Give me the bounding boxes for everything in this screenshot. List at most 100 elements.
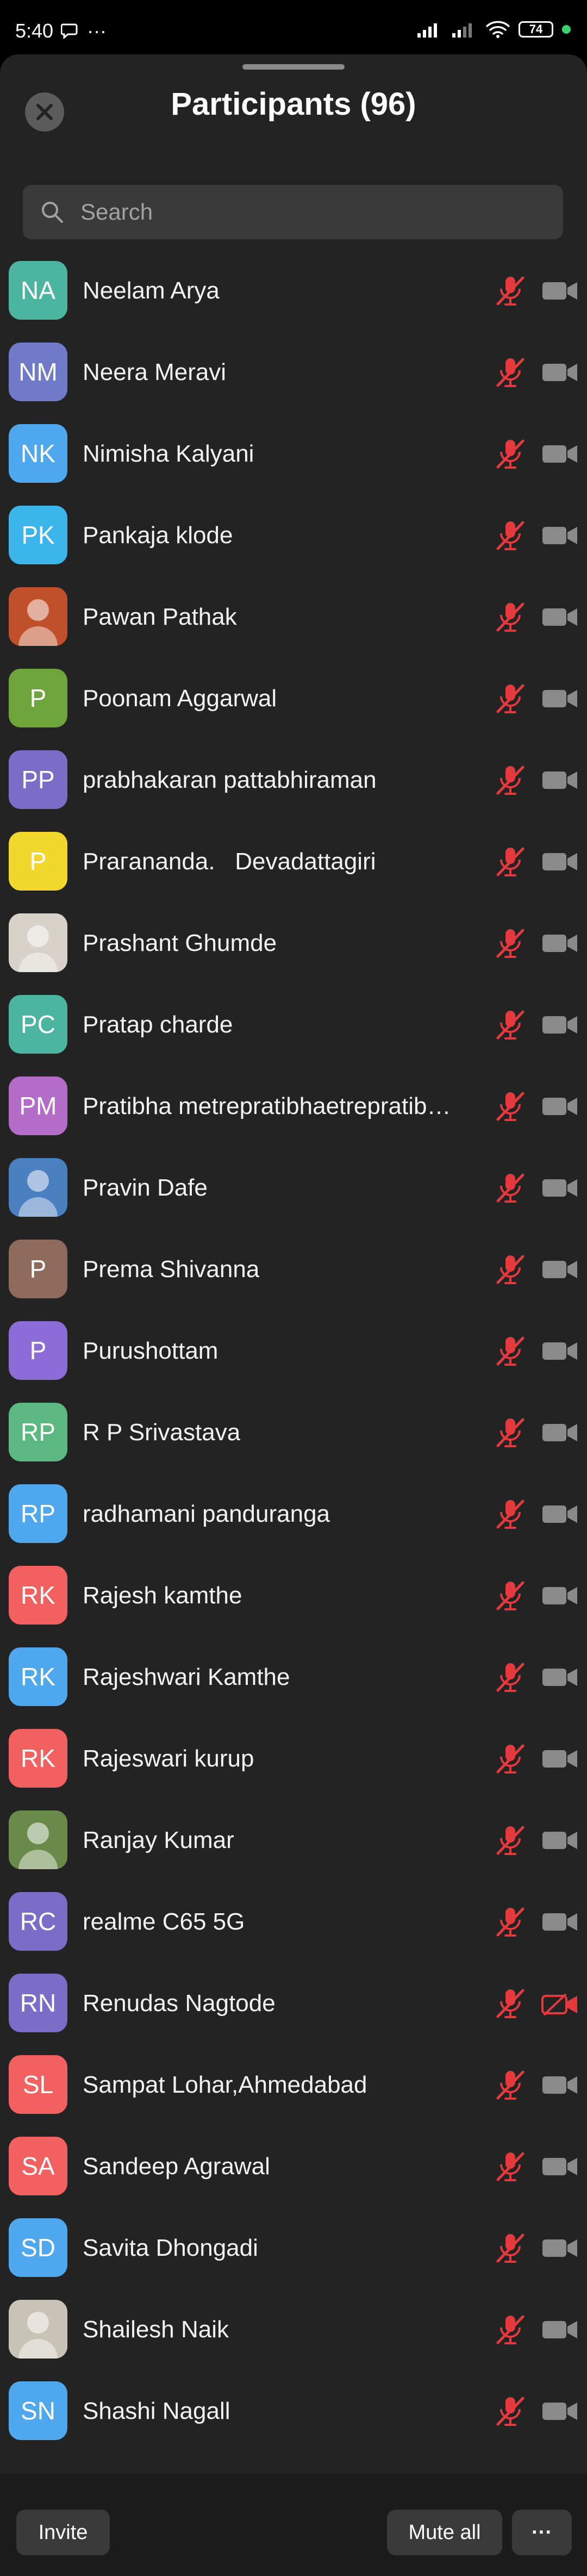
mic-muted-icon[interactable] [492, 845, 528, 881]
participant-row[interactable]: RC realme C65 5G [0, 1881, 587, 1963]
participant-row[interactable]: RK Rajesh kamthe [0, 1555, 587, 1637]
participant-row[interactable]: SN Shashi Nagall [0, 2370, 587, 2452]
avatar: P [9, 1240, 67, 1298]
mic-muted-icon[interactable] [492, 519, 528, 555]
video-camera-icon[interactable] [541, 1666, 578, 1691]
mic-muted-icon[interactable] [492, 1906, 528, 1941]
mic-muted-icon[interactable] [492, 1661, 528, 1696]
avatar: RK [9, 1566, 67, 1625]
participant-name: Savita Dhongadi [83, 2235, 258, 2261]
mic-muted-icon[interactable] [492, 2069, 528, 2104]
participant-row[interactable]: NA Neelam Arya [0, 250, 587, 332]
participant-row[interactable]: SA Sandeep Agrawal [0, 2126, 587, 2207]
video-camera-icon[interactable] [541, 2156, 578, 2180]
participant-name: Poonam Aggarwal [83, 685, 277, 712]
participant-name: Pratibha metrepratibhaetrepratibhaetre [83, 1093, 452, 1119]
video-camera-icon[interactable] [541, 2400, 578, 2425]
video-camera-icon[interactable] [541, 280, 578, 304]
participant-name: Ranjay Kumar [83, 1827, 234, 1853]
participant-row[interactable]: RN Renudas Nagtode [0, 1963, 587, 2044]
video-camera-icon[interactable] [541, 1422, 578, 1446]
video-camera-icon[interactable] [541, 1911, 578, 1936]
video-camera-icon[interactable] [541, 2319, 578, 2343]
participant-row[interactable]: PK Pankaja klode [0, 495, 587, 576]
video-camera-icon[interactable] [541, 932, 578, 957]
more-options-button[interactable]: ··· [512, 2510, 572, 2555]
participant-row[interactable]: Pravin Dafe [0, 1147, 587, 1229]
participant-row[interactable]: RK Rajeshwari Kamthe [0, 1637, 587, 1718]
participant-name: Nimisha Kalyani [83, 440, 254, 467]
search-bar[interactable] [23, 185, 563, 239]
participant-row[interactable]: Ranjay Kumar [0, 1800, 587, 1881]
mute-all-button[interactable]: Mute all [387, 2510, 502, 2555]
mic-muted-icon[interactable] [492, 927, 528, 962]
avatar: RN [9, 1974, 67, 2032]
participant-row[interactable]: P Purushottam [0, 1310, 587, 1392]
participant-row[interactable]: SD Savita Dhongadi [0, 2207, 587, 2289]
mic-muted-icon[interactable] [492, 438, 528, 473]
video-camera-icon[interactable] [541, 1503, 578, 1528]
mic-muted-icon[interactable] [492, 1335, 528, 1370]
video-camera-icon[interactable] [541, 1585, 578, 1609]
mic-muted-icon[interactable] [492, 1172, 528, 1207]
participant-row[interactable]: RP radhamani panduranga [0, 1473, 587, 1555]
mic-muted-icon[interactable] [492, 682, 528, 718]
participant-name: R P Srivastava [83, 1419, 241, 1446]
participant-row[interactable]: PC Pratap charde [0, 984, 587, 1066]
video-camera-icon[interactable] [541, 2237, 578, 2262]
participant-row[interactable]: P Prагananda. Devadattagiri [0, 821, 587, 903]
search-input[interactable] [79, 198, 516, 226]
video-camera-icon[interactable] [541, 362, 578, 386]
mic-muted-icon[interactable] [492, 1416, 528, 1452]
participants-list[interactable]: NA Neelam Arya NM Neera Meravi NK Nimisha Kal… [0, 250, 587, 2479]
mic-muted-icon[interactable] [492, 1579, 528, 1615]
video-camera-icon[interactable] [541, 769, 578, 794]
mic-muted-icon[interactable] [492, 2395, 528, 2430]
video-camera-icon[interactable] [541, 1340, 578, 1365]
video-camera-icon[interactable] [541, 2074, 578, 2099]
participant-row[interactable]: RP R P Srivastava [0, 1392, 587, 1473]
mic-muted-icon[interactable] [492, 1253, 528, 1289]
mic-muted-icon[interactable] [492, 601, 528, 636]
participant-row[interactable]: NK Nimisha Kalyani [0, 413, 587, 495]
mic-muted-icon[interactable] [492, 1824, 528, 1859]
video-camera-icon[interactable] [541, 1259, 578, 1283]
participant-row[interactable]: P Poonam Aggarwal [0, 658, 587, 739]
mic-muted-icon[interactable] [492, 275, 528, 310]
mic-muted-icon[interactable] [492, 1009, 528, 1044]
drag-handle[interactable] [242, 64, 345, 70]
video-camera-icon[interactable] [541, 1748, 578, 1772]
avatar: PP [9, 750, 67, 809]
mic-muted-icon[interactable] [492, 1090, 528, 1125]
participant-row[interactable]: Pawan Pathak [0, 576, 587, 658]
mic-muted-icon[interactable] [492, 1743, 528, 1778]
participant-row[interactable]: P Prema Shivanna [0, 1229, 587, 1310]
mic-muted-icon[interactable] [492, 1498, 528, 1533]
mic-muted-icon[interactable] [492, 2313, 528, 2349]
participant-row[interactable]: PP prabhakaran pattabhiraman [0, 739, 587, 821]
participant-row[interactable]: Prashant Ghumde [0, 903, 587, 984]
video-camera-icon[interactable] [541, 606, 578, 631]
participant-row[interactable]: NM Neera Meravi [0, 332, 587, 413]
participant-row[interactable]: RK Rajeswari kurup [0, 1718, 587, 1800]
mic-muted-icon[interactable] [492, 764, 528, 799]
video-off-icon[interactable] [541, 1993, 578, 2019]
video-camera-icon[interactable] [541, 443, 578, 468]
avatar: NM [9, 343, 67, 401]
video-camera-icon[interactable] [541, 688, 578, 712]
invite-button[interactable]: Invite [16, 2510, 110, 2555]
mic-muted-icon[interactable] [492, 1987, 528, 2023]
video-camera-icon[interactable] [541, 525, 578, 549]
mic-muted-icon[interactable] [492, 356, 528, 391]
video-camera-icon[interactable] [541, 851, 578, 875]
mic-muted-icon[interactable] [492, 2150, 528, 2186]
participant-row[interactable]: PM Pratibha metrepratibhaetrepratibhaetre [0, 1066, 587, 1147]
participants-list-inner: NA Neelam Arya NM Neera Meravi NK Nimisha Kal… [0, 250, 587, 2452]
video-camera-icon[interactable] [541, 1014, 578, 1038]
video-camera-icon[interactable] [541, 1177, 578, 1202]
participant-row[interactable]: SL Sampat Lohar,Ahmedabad [0, 2044, 587, 2126]
video-camera-icon[interactable] [541, 1830, 578, 1854]
mic-muted-icon[interactable] [492, 2232, 528, 2267]
video-camera-icon[interactable] [541, 1096, 578, 1120]
participant-row[interactable]: Shailesh Naik [0, 2289, 587, 2370]
